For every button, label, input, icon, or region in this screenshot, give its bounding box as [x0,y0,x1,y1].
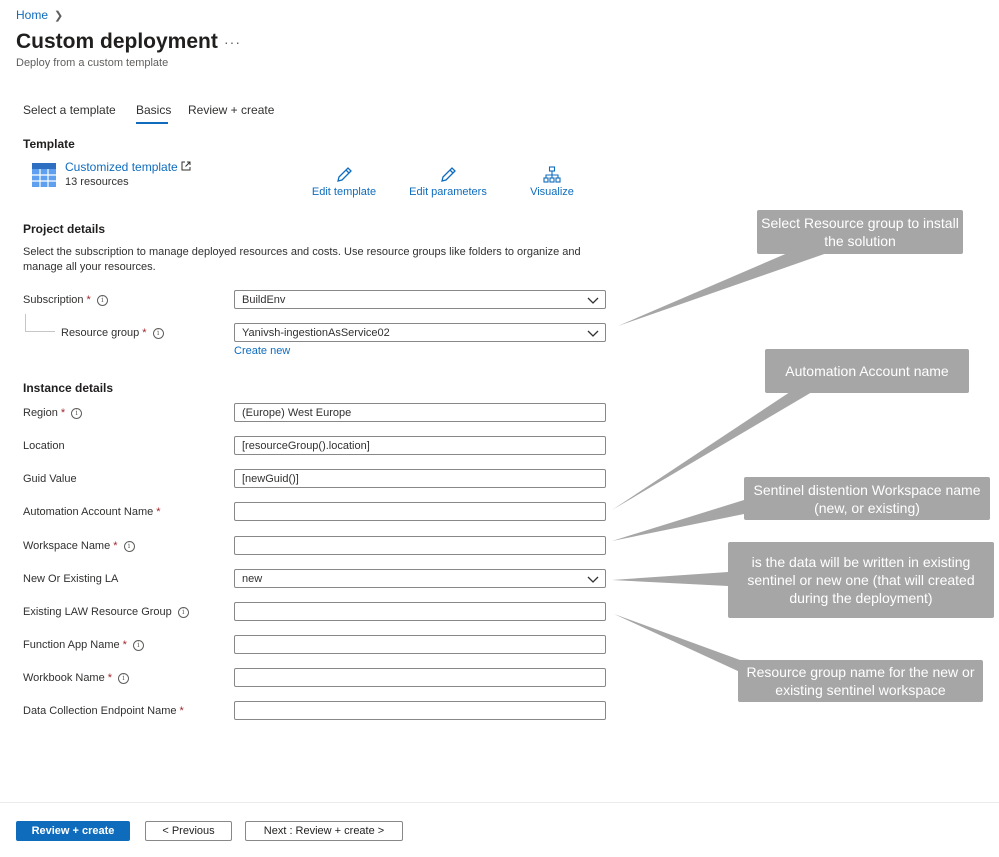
previous-button[interactable]: < Previous [145,821,232,841]
review-create-button[interactable]: Review + create [16,821,130,841]
callout-pointer-new-or-existing [612,572,728,586]
callout-new-or-existing: is the data will be written in existing … [728,542,994,618]
callout-pointer-resource-group [618,252,830,326]
callout-law-resource-group: Resource group name for the new or exist… [738,660,983,702]
callout-automation-account: Automation Account name [765,349,969,393]
next-review-create-button[interactable]: Next : Review + create > [245,821,403,841]
footer-divider [0,802,999,803]
callout-pointers [612,252,830,672]
callout-resource-group: Select Resource group to install the sol… [757,210,963,254]
callout-pointer-law-rg [614,614,740,672]
callout-workspace: Sentinel distention Workspace name (new,… [744,477,990,520]
callout-pointer-workspace [612,500,744,541]
